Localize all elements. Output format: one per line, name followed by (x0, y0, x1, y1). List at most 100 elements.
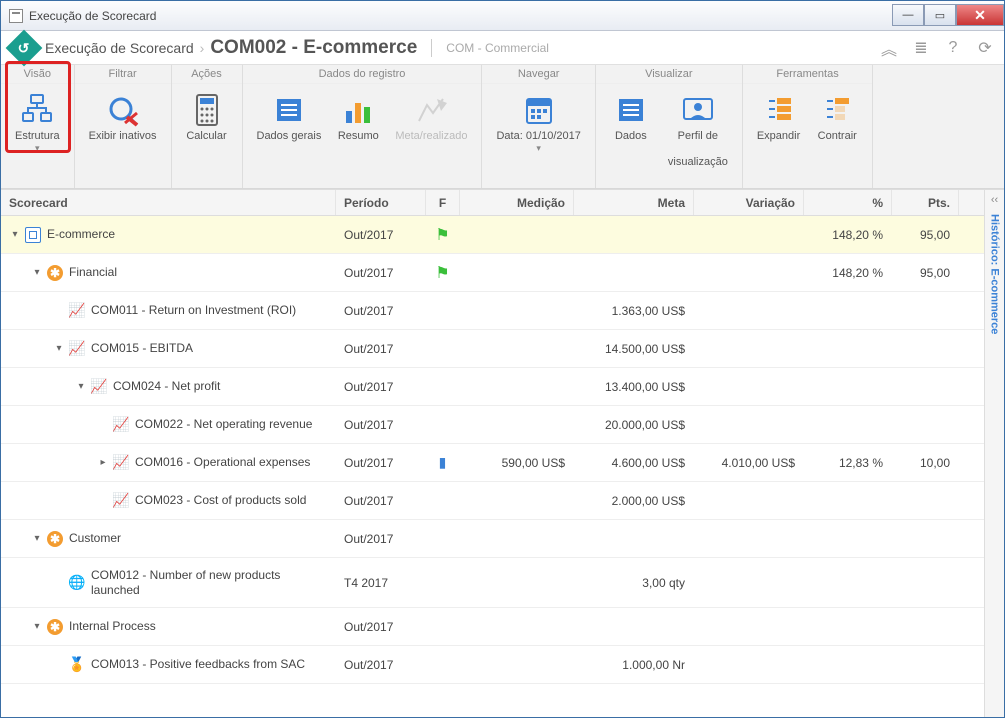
cell-pct (804, 406, 892, 443)
cell-meta: 1.363,00 US$ (574, 292, 694, 329)
history-label[interactable]: Histórico: E-commerce (989, 214, 1001, 334)
toolbar-label: Dados gerais (257, 130, 322, 143)
refresh-icon[interactable]: ⟳ (976, 39, 994, 57)
grid-row[interactable]: 📈COM011 - Return on Investment (ROI)Out/… (1, 292, 984, 330)
toolbar-dados-gerais[interactable]: Dados gerais (249, 90, 330, 145)
cell-medicao (460, 254, 574, 291)
breadcrumb-root[interactable]: Execução de Scorecard (45, 40, 194, 56)
chevron-left-icon[interactable]: ‹‹ (991, 194, 998, 206)
grid-row[interactable]: ▾✱CustomerOut/2017 (1, 520, 984, 558)
toolbar-label: Resumo (338, 130, 379, 143)
breadcrumb: Execução de Scorecard › COM002 - E-comme… (45, 37, 549, 59)
toolbar-calcular[interactable]: Calcular (178, 90, 236, 145)
grid-row[interactable]: ▾📈COM015 - EBITDAOut/201714.500,00 US$ (1, 330, 984, 368)
app-logo: ↺ (6, 29, 43, 66)
close-button[interactable]: ✕ (956, 4, 1004, 26)
cell-pct: 148,20 % (804, 254, 892, 291)
metric-icon: 📈 (113, 493, 129, 509)
expand-toggle[interactable]: ▾ (9, 229, 21, 240)
dados-gerais-icon (271, 92, 307, 128)
toolbar-exibir-inativos[interactable]: Exibir inativos (81, 90, 165, 145)
toolbar-resumo[interactable]: Resumo (329, 90, 387, 145)
maximize-button[interactable]: ▭ (924, 4, 956, 26)
row-label: COM016 - Operational expenses (135, 455, 310, 470)
col-scorecard[interactable]: Scorecard (1, 190, 336, 215)
grid-row[interactable]: 📈COM023 - Cost of products soldOut/20172… (1, 482, 984, 520)
cell-period: Out/2017 (336, 368, 426, 405)
cell-variacao: 4.010,00 US$ (694, 444, 804, 481)
grid-row[interactable]: ▾✱Internal ProcessOut/2017 (1, 608, 984, 646)
cell-pts: 95,00 (892, 216, 959, 253)
resumo-icon (340, 92, 376, 128)
grid-row[interactable]: ▾📈COM024 - Net profitOut/201713.400,00 U… (1, 368, 984, 406)
cell-meta: 13.400,00 US$ (574, 368, 694, 405)
help-icon[interactable]: ? (944, 39, 962, 57)
scorecard-icon (25, 227, 41, 243)
row-label: COM015 - EBITDA (91, 341, 193, 356)
toolbar-label: Estrutura (15, 130, 60, 143)
toolbar-label: Exibir inativos (89, 130, 157, 143)
cell-flag (426, 520, 460, 557)
cell-pts (892, 292, 959, 329)
cell-pct (804, 292, 892, 329)
toolbar-group-label: Visão (1, 65, 74, 84)
exibir-inativos-icon (105, 92, 141, 128)
cell-medicao (460, 646, 574, 683)
cell-meta (574, 254, 694, 291)
row-label: COM011 - Return on Investment (ROI) (91, 303, 296, 318)
grid-row[interactable]: 🌐COM012 - Number of new products launche… (1, 558, 984, 608)
expand-toggle[interactable]: ▸ (97, 457, 109, 468)
cell-pts (892, 608, 959, 645)
grid-row[interactable]: 📈COM022 - Net operating revenueOut/20172… (1, 406, 984, 444)
col-variacao[interactable]: Variação (694, 190, 804, 215)
scorecard-grid[interactable]: Scorecard Período F Medição Meta Variaçã… (1, 190, 984, 717)
cell-pts (892, 482, 959, 519)
list-icon[interactable]: ≣ (912, 39, 930, 57)
grid-row[interactable]: 🏅COM013 - Positive feedbacks from SACOut… (1, 646, 984, 684)
toolbar-expandir[interactable]: Expandir (749, 90, 808, 145)
toolbar-label: Dados (615, 130, 647, 156)
collapse-up-icon[interactable]: ︽ (880, 39, 898, 57)
cell-period: Out/2017 (336, 520, 426, 557)
expand-toggle[interactable]: ▾ (75, 381, 87, 392)
battery-icon: ▮ (439, 454, 447, 471)
col-pts[interactable]: Pts. (892, 190, 959, 215)
cell-flag: ⚑ (426, 216, 460, 253)
toolbar-perfil-vis[interactable]: Perfil devisualização (660, 90, 736, 184)
col-period[interactable]: Período (336, 190, 426, 215)
toolbar-dados[interactable]: Dados (602, 90, 660, 184)
grid-row[interactable]: ▾✱FinancialOut/2017⚑148,20 %95,00 (1, 254, 984, 292)
cell-variacao (694, 368, 804, 405)
history-sidepanel[interactable]: ‹‹ Histórico: E-commerce (984, 190, 1004, 717)
col-flag[interactable]: F (426, 190, 460, 215)
cell-flag (426, 558, 460, 607)
col-pct[interactable]: % (804, 190, 892, 215)
toolbar-contrair[interactable]: Contrair (808, 90, 866, 145)
toolbar-group-label: Filtrar (75, 65, 171, 84)
row-label: Internal Process (69, 619, 156, 634)
toolbar-estrutura[interactable]: Estrutura▾ (7, 90, 68, 156)
expand-toggle[interactable]: ▾ (31, 621, 43, 632)
row-label: COM022 - Net operating revenue (135, 417, 312, 432)
row-label: Customer (69, 531, 121, 546)
grid-row[interactable]: ▸📈COM016 - Operational expensesOut/2017▮… (1, 444, 984, 482)
perfil-vis-icon (680, 92, 716, 128)
chevron-down-icon: ▾ (35, 143, 40, 154)
expand-toggle[interactable]: ▾ (31, 267, 43, 278)
toolbar-label: Contrair (818, 130, 857, 143)
cell-variacao (694, 646, 804, 683)
cell-pct: 12,83 % (804, 444, 892, 481)
toolbar-data[interactable]: Data: 01/10/2017▾ (488, 90, 588, 156)
chevron-down-icon: ▾ (536, 143, 541, 154)
cell-pct (804, 608, 892, 645)
expand-toggle[interactable]: ▾ (53, 343, 65, 354)
col-meta[interactable]: Meta (574, 190, 694, 215)
expand-toggle[interactable]: ▾ (31, 533, 43, 544)
toolbar-label: Data: 01/10/2017 (496, 130, 580, 143)
cell-meta (574, 216, 694, 253)
col-medicao[interactable]: Medição (460, 190, 574, 215)
minimize-button[interactable]: — (892, 4, 924, 26)
grid-row[interactable]: ▾E-commerceOut/2017⚑148,20 %95,00 (1, 216, 984, 254)
cell-variacao (694, 608, 804, 645)
row-label: COM013 - Positive feedbacks from SAC (91, 657, 305, 672)
